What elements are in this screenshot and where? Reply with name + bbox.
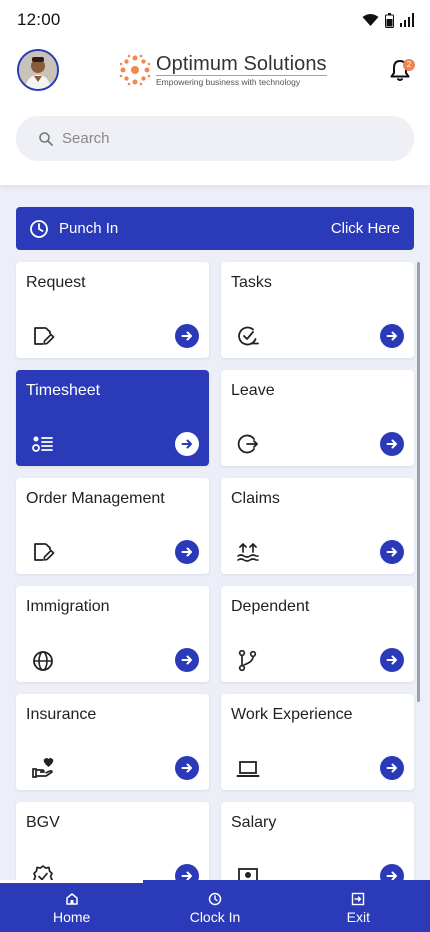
wifi-icon — [362, 14, 379, 26]
company-logo: Optimum Solutions Empowering business wi… — [118, 53, 327, 87]
avatar-image — [19, 51, 57, 89]
nav-label: Clock In — [189, 908, 241, 925]
home-icon — [65, 892, 78, 905]
card-claims[interactable]: Claims — [221, 478, 414, 574]
card-label: Salary — [231, 814, 277, 831]
arrow-right-icon[interactable] — [175, 756, 199, 780]
logo-title: Optimum Solutions — [156, 53, 327, 75]
card-label: Dependent — [231, 598, 310, 615]
arrow-right-icon[interactable] — [380, 432, 404, 456]
battery-icon — [385, 12, 394, 28]
logo-mark-icon — [119, 54, 151, 86]
card-label: Order Management — [26, 490, 165, 507]
card-label: Insurance — [26, 706, 97, 723]
avatar[interactable] — [17, 49, 59, 91]
card-label: Leave — [231, 382, 275, 399]
nav-active-indicator — [0, 880, 143, 883]
nav-label: Exit — [346, 908, 370, 925]
punch-in-label: Punch In — [59, 220, 119, 237]
arrow-right-icon[interactable] — [380, 324, 404, 348]
search-placeholder: Search — [62, 130, 110, 147]
logout-circle-icon — [237, 434, 258, 454]
status-icons — [362, 12, 414, 28]
arrow-right-icon[interactable] — [175, 540, 199, 564]
branch-icon — [238, 649, 257, 672]
task-check-icon — [238, 326, 259, 346]
card-work-experience[interactable]: Work Experience — [221, 694, 414, 790]
list-icon — [32, 436, 53, 452]
logo-tagline: Empowering business with technology — [156, 75, 327, 87]
nav-home[interactable]: Home — [0, 880, 143, 932]
card-order-management[interactable]: Order Management — [16, 478, 209, 574]
card-label: Tasks — [231, 274, 272, 291]
edit-icon — [34, 543, 55, 561]
notification-badge: 2 — [403, 59, 415, 71]
card-tasks[interactable]: Tasks — [221, 262, 414, 358]
punch-in-button[interactable]: Punch In Click Here — [16, 207, 414, 250]
card-label: Request — [26, 274, 86, 291]
card-label: Work Experience — [231, 706, 353, 723]
clock-icon — [208, 892, 222, 905]
module-grid: Request Tasks Timesheet Leave Order Mana… — [16, 262, 414, 898]
card-label: Immigration — [26, 598, 110, 615]
arrow-right-icon[interactable] — [380, 648, 404, 672]
bottom-nav: Home Clock In Exit — [0, 880, 430, 932]
globe-icon — [33, 651, 53, 671]
card-request[interactable]: Request — [16, 262, 209, 358]
arrow-right-icon[interactable] — [175, 324, 199, 348]
search-input[interactable]: Search — [16, 116, 414, 161]
laptop-icon — [236, 761, 260, 777]
card-label: Claims — [231, 490, 280, 507]
nav-exit[interactable]: Exit — [287, 880, 430, 932]
notification-button[interactable]: 2 — [389, 58, 415, 84]
search-icon — [39, 131, 53, 146]
nav-clock-in[interactable]: Clock In — [143, 880, 286, 932]
card-timesheet[interactable]: Timesheet — [16, 370, 209, 466]
logo-text: Optimum Solutions Empowering business wi… — [156, 53, 327, 87]
arrow-right-icon[interactable] — [175, 432, 199, 456]
nav-label: Home — [52, 908, 91, 925]
card-insurance[interactable]: Insurance — [16, 694, 209, 790]
signal-icon — [400, 13, 414, 27]
claims-icon — [237, 543, 259, 562]
arrow-right-icon[interactable] — [380, 540, 404, 564]
status-bar: 12:00 — [0, 0, 430, 40]
header: Optimum Solutions Empowering business wi… — [0, 40, 430, 185]
edit-icon — [34, 327, 55, 345]
hand-heart-icon — [32, 758, 54, 778]
card-leave[interactable]: Leave — [221, 370, 414, 466]
exit-icon — [352, 892, 365, 905]
punch-in-label-group: Punch In — [29, 219, 118, 239]
card-label: BGV — [26, 814, 60, 831]
punch-in-action[interactable]: Click Here — [331, 220, 400, 237]
arrow-right-icon[interactable] — [380, 756, 404, 780]
card-dependent[interactable]: Dependent — [221, 586, 414, 682]
arrow-right-icon[interactable] — [175, 648, 199, 672]
card-label: Timesheet — [26, 382, 101, 399]
clock-icon — [30, 219, 48, 238]
scrollbar[interactable] — [417, 262, 420, 702]
status-time: 12:00 — [17, 10, 61, 29]
card-immigration[interactable]: Immigration — [16, 586, 209, 682]
